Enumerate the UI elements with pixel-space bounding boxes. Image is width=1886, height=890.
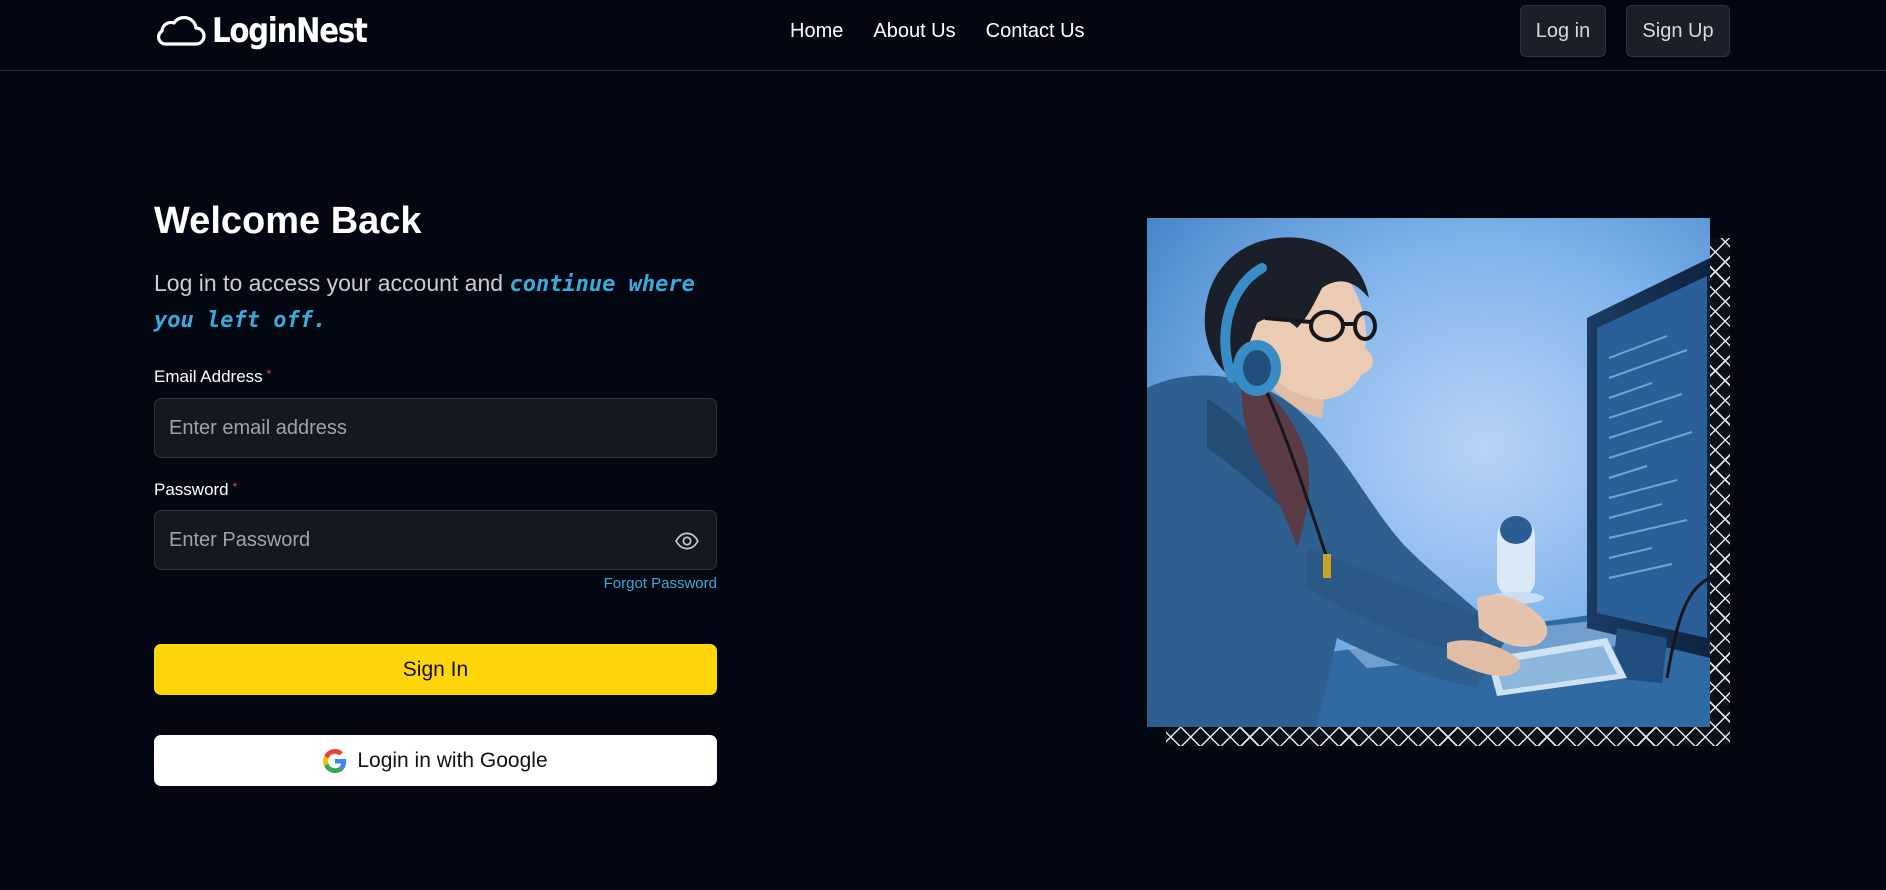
header-signup-button[interactable]: Sign Up <box>1626 5 1730 57</box>
cloud-icon <box>157 15 206 46</box>
required-mark: * <box>232 480 238 494</box>
subtitle-text: Log in to access your account and <box>154 270 510 296</box>
site-header: LoginNest Home About Us Contact Us Log i… <box>0 0 1886 71</box>
email-field[interactable] <box>169 416 702 440</box>
page-title: Welcome Back <box>154 200 422 242</box>
nav-about[interactable]: About Us <box>873 18 955 44</box>
password-label: Password * <box>154 480 237 500</box>
email-label-text: Email Address <box>154 367 263 386</box>
email-field-wrapper <box>154 398 717 458</box>
header-login-button[interactable]: Log in <box>1520 5 1606 57</box>
password-field-wrapper <box>154 510 717 570</box>
sign-in-button[interactable]: Sign In <box>154 644 717 695</box>
nav-contact[interactable]: Contact Us <box>986 18 1085 44</box>
email-label: Email Address * <box>154 367 271 387</box>
forgot-password-link[interactable]: Forgot Password <box>560 575 717 592</box>
google-button-label: Login in with Google <box>357 748 548 772</box>
brand-name: LoginNest <box>212 11 368 51</box>
password-field[interactable] <box>169 528 702 552</box>
brand-logo[interactable]: LoginNest <box>154 8 392 54</box>
page-subtitle: Log in to access your account and contin… <box>154 266 726 338</box>
password-label-text: Password <box>154 480 229 499</box>
main-nav: Home About Us Contact Us <box>790 18 1085 44</box>
required-mark: * <box>266 367 272 381</box>
hero-image <box>1147 218 1710 727</box>
google-icon <box>323 748 347 773</box>
google-login-button[interactable]: Login in with Google <box>154 735 717 786</box>
nav-home[interactable]: Home <box>790 18 843 44</box>
eye-icon[interactable] <box>674 528 700 559</box>
